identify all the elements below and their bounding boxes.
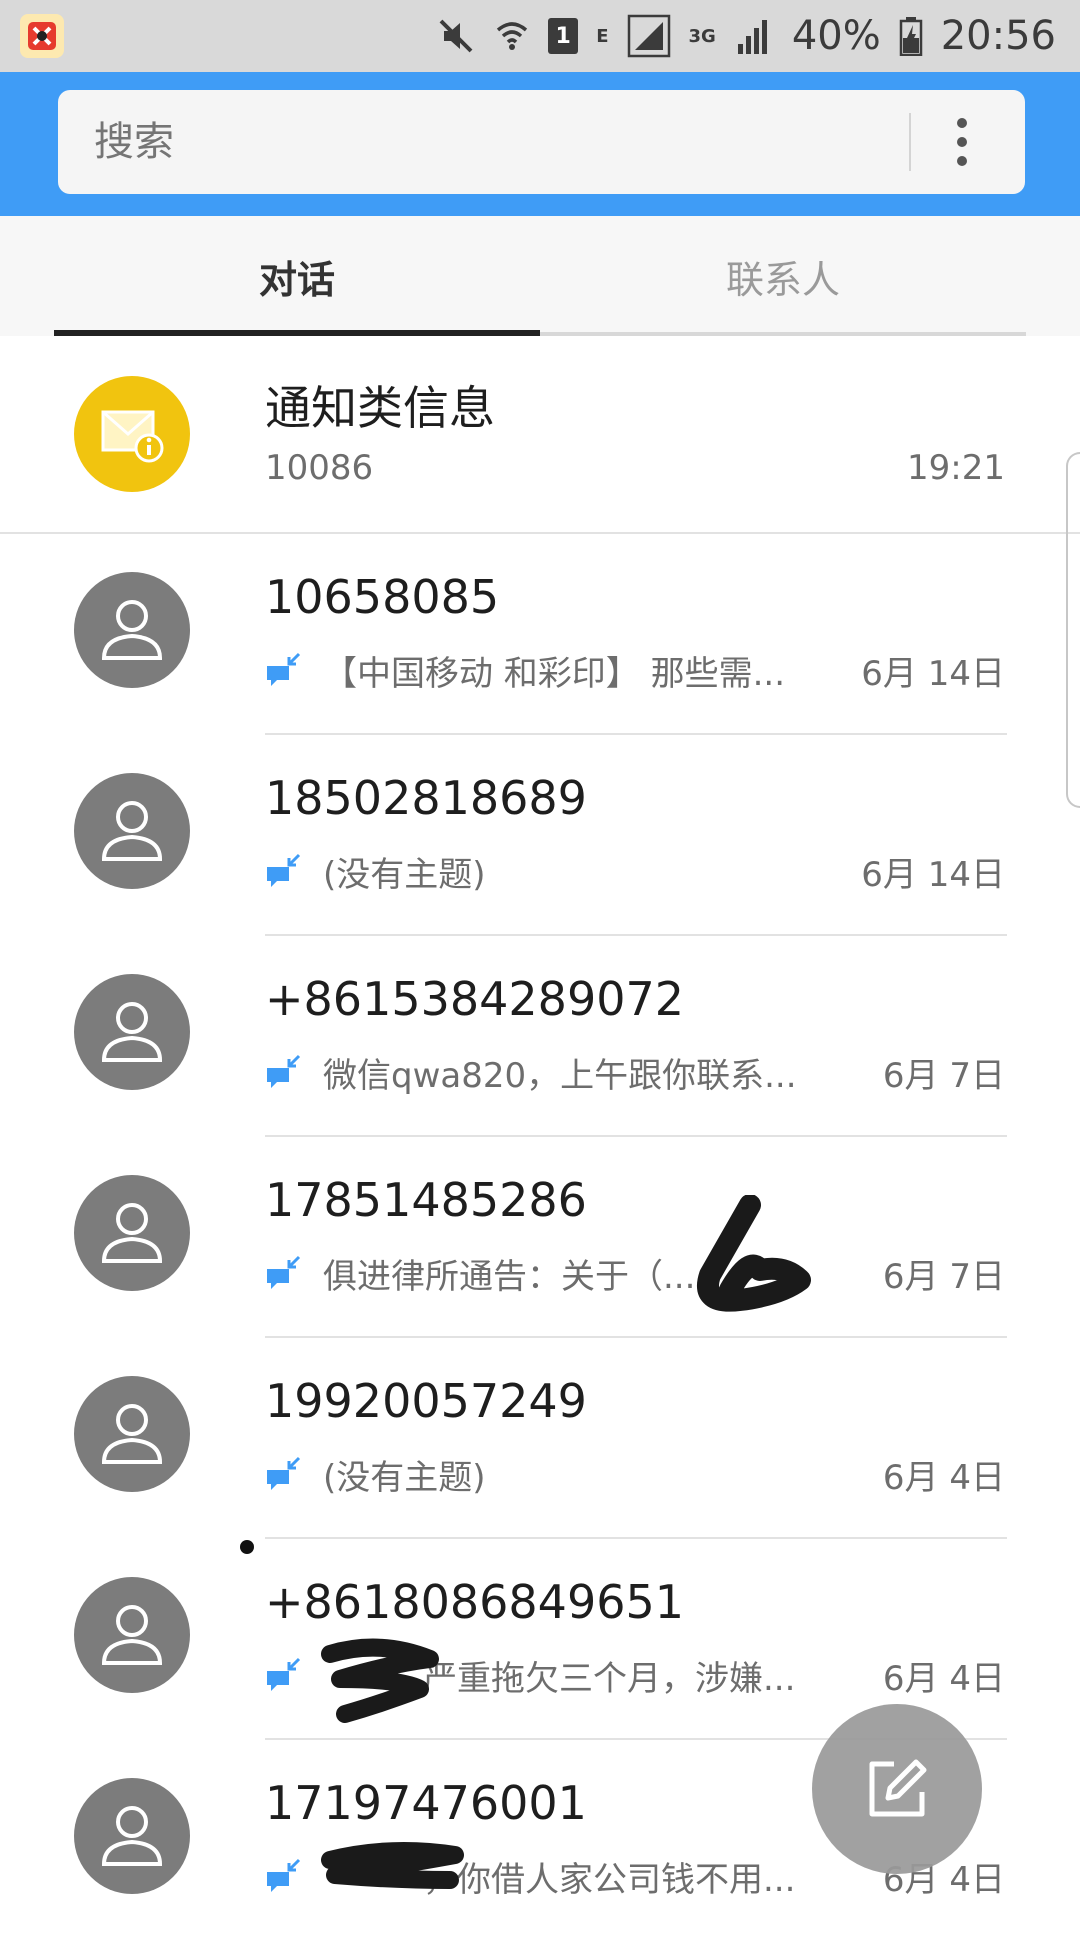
mute-icon xyxy=(436,16,476,56)
conversation-time: 6月 7日 xyxy=(882,1056,1005,1096)
conversation-time: 6月 14日 xyxy=(861,654,1005,694)
stray-dot xyxy=(240,1540,254,1554)
conversation-time: 6月 4日 xyxy=(882,1458,1005,1498)
conversation-preview: 严重拖欠三个月，涉嫌... xyxy=(265,1651,795,1700)
conversation-title: 通知类信息 xyxy=(265,381,495,435)
conversation-preview: (没有主题) xyxy=(265,847,486,896)
search-input[interactable] xyxy=(58,90,909,194)
conversation-row[interactable]: 通知类信息 10086 19:21 xyxy=(0,336,1080,534)
conversation-row[interactable]: 17851485286 俱进律所通告：关于（... 6月 7日 xyxy=(0,1137,1080,1338)
more-options-icon[interactable] xyxy=(949,118,975,166)
incoming-message-icon xyxy=(267,1054,301,1088)
conversation-preview: 10086 xyxy=(265,448,373,488)
clock: 20:56 xyxy=(940,13,1056,59)
conversation-time: 6月 4日 xyxy=(882,1659,1005,1699)
conversation-preview: 俱进律所通告：关于（... xyxy=(265,1249,695,1298)
status-bar: 1 E 3G 40% 20:56 xyxy=(0,0,1080,72)
status-indicators: 1 E 3G 40% 20:56 xyxy=(436,13,1056,59)
conversation-title: +8615384289072 xyxy=(265,972,685,1026)
incoming-message-icon xyxy=(267,1657,301,1691)
incoming-message-icon xyxy=(267,1858,301,1892)
edge-panel-handle[interactable] xyxy=(1066,452,1080,808)
conversation-title: 19920057249 xyxy=(265,1374,587,1428)
conversation-preview: 【中国移动 和彩印】 那些需... xyxy=(265,646,785,695)
conversation-preview: 微信qwa820，上午跟你联系... xyxy=(265,1048,797,1097)
conversation-preview-text: 10086 xyxy=(265,448,374,488)
compose-button[interactable] xyxy=(812,1704,982,1874)
conversation-preview-text: 严重拖欠三个月，涉嫌... xyxy=(423,1659,796,1699)
conversation-title: 10658085 xyxy=(265,570,500,624)
redaction-scribble xyxy=(697,1195,811,1312)
conversation-row[interactable]: 10658085 【中国移动 和彩印】 那些需... 6月 14日 xyxy=(0,534,1080,735)
contact-avatar-icon xyxy=(74,572,190,688)
incoming-message-icon xyxy=(267,853,301,887)
conversation-preview-text: 【中国移动 和彩印】 那些需... xyxy=(323,654,786,694)
incoming-message-icon xyxy=(267,1255,301,1289)
conversation-row[interactable]: +8615384289072 微信qwa820，上午跟你联系... 6月 7日 xyxy=(0,936,1080,1137)
conversation-preview-text: (没有主题) xyxy=(323,1458,486,1498)
app-notification-icon xyxy=(20,14,64,58)
search-divider xyxy=(909,113,911,171)
incoming-message-icon xyxy=(267,1456,301,1490)
conversation-preview-text: (没有主题) xyxy=(323,855,486,895)
conversation-row[interactable]: 19920057249 (没有主题) 6月 4日 xyxy=(0,1338,1080,1539)
sim-badge: 1 xyxy=(548,18,579,54)
network-e-label: E xyxy=(596,25,609,47)
conversation-title: 18502818689 xyxy=(265,771,587,825)
contact-avatar-icon xyxy=(74,1376,190,1492)
signal-outline-icon xyxy=(627,14,671,58)
wifi-icon xyxy=(494,16,530,56)
contact-avatar-icon xyxy=(74,773,190,889)
conversation-preview-text: 微信qwa820，上午跟你联系... xyxy=(323,1056,797,1096)
conversation-time: 6月 7日 xyxy=(882,1257,1005,1297)
network-3g-label: 3G xyxy=(688,25,716,47)
conversation-preview: ，你借人家公司钱不用... xyxy=(265,1852,795,1901)
signal-icon xyxy=(734,16,774,56)
conversation-title: +8618086849651 xyxy=(265,1575,685,1629)
conversation-time: 6月 14日 xyxy=(861,855,1005,895)
compose-icon xyxy=(869,1759,927,1817)
conversation-title: 17851485286 xyxy=(265,1173,587,1227)
incoming-message-icon xyxy=(267,652,301,686)
conversation-list: 通知类信息 10086 19:21 10658085 【中国移动 和彩印】 那些… xyxy=(0,336,1080,1941)
contact-avatar-icon xyxy=(74,1778,190,1894)
contact-avatar-icon xyxy=(74,1577,190,1693)
conversation-title: 17197476001 xyxy=(265,1776,587,1830)
conversation-preview: (没有主题) xyxy=(265,1450,486,1499)
battery-percent: 40% xyxy=(791,13,881,59)
conversation-row[interactable]: 18502818689 (没有主题) 6月 14日 xyxy=(0,735,1080,936)
conversation-time: 19:21 xyxy=(907,448,1005,488)
conversation-preview-text: 俱进律所通告：关于（... xyxy=(323,1257,696,1297)
battery-charging-icon xyxy=(899,16,923,56)
tab-conversations[interactable]: 对话 xyxy=(54,216,540,336)
search-bar[interactable] xyxy=(58,90,1025,194)
conversation-preview-text: ，你借人家公司钱不用... xyxy=(423,1860,796,1900)
notification-avatar-icon xyxy=(74,376,190,492)
contact-avatar-icon xyxy=(74,1175,190,1291)
tab-bar: 对话 联系人 xyxy=(0,216,1080,336)
contact-avatar-icon xyxy=(74,974,190,1090)
tab-contacts[interactable]: 联系人 xyxy=(540,216,1026,336)
app-header xyxy=(0,72,1080,216)
